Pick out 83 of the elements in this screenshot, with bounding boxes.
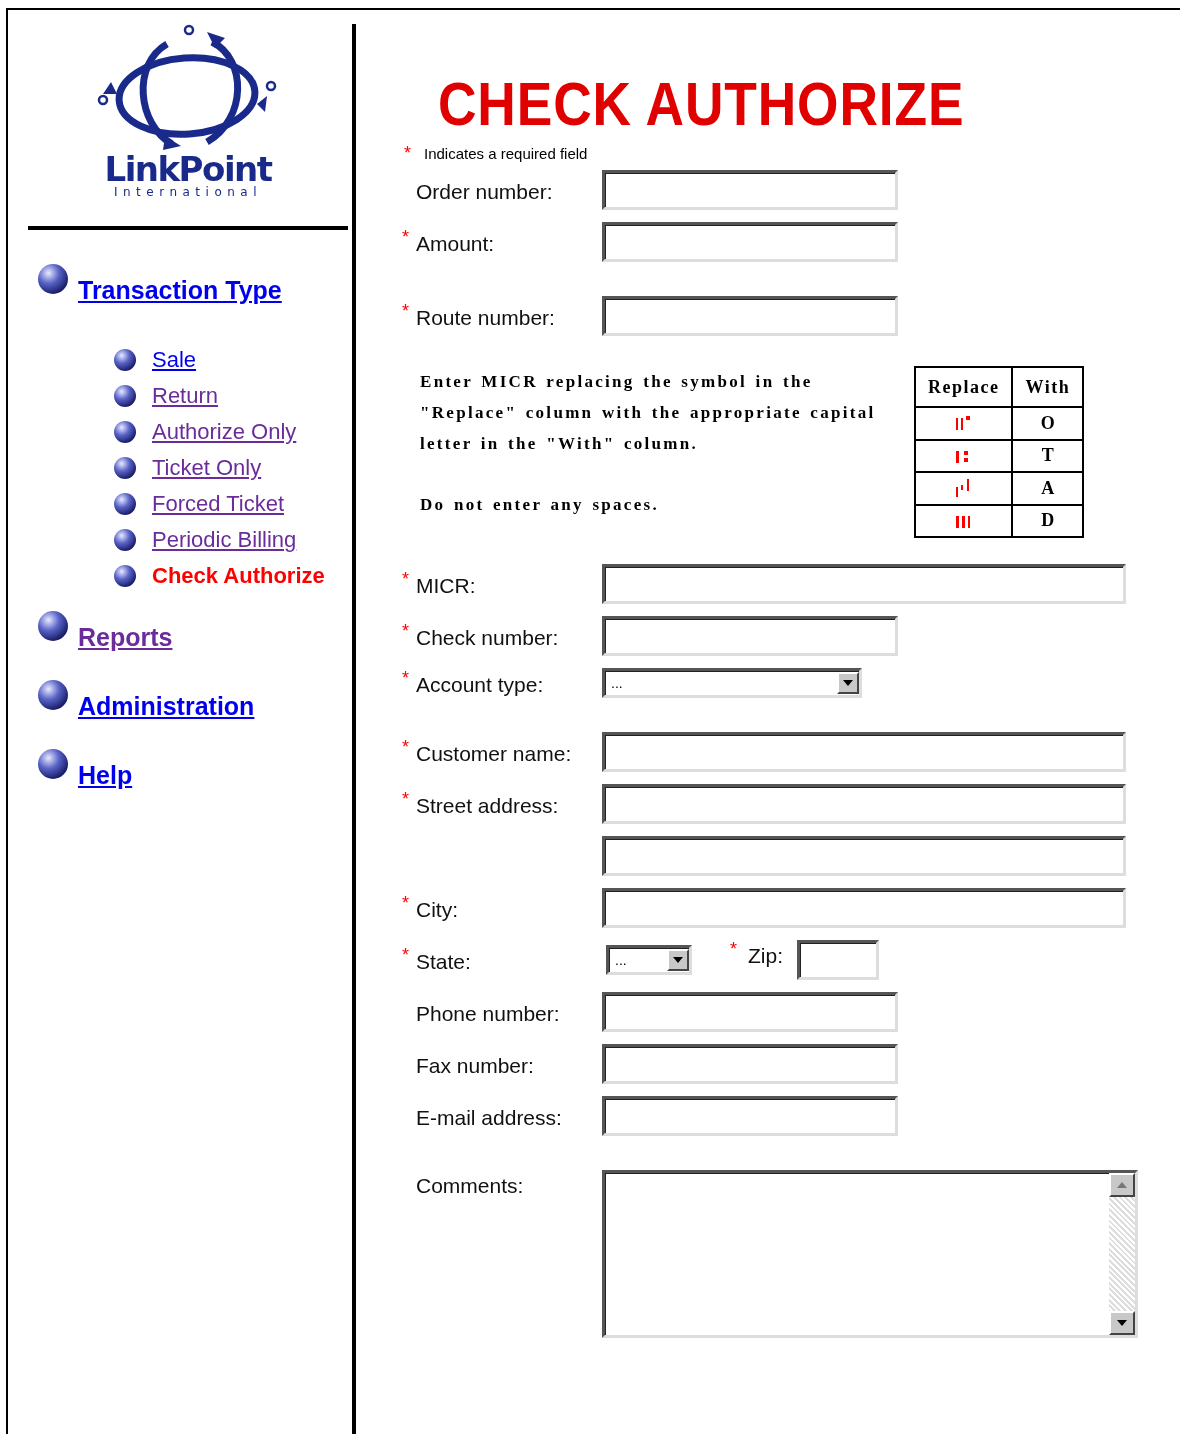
field-label: Phone number: bbox=[416, 1002, 560, 1027]
sphere-bullet-icon bbox=[38, 611, 68, 641]
field-label: E-mail address: bbox=[416, 1106, 562, 1131]
page-title: CHECK AUTHORIZE bbox=[438, 70, 966, 139]
text-field[interactable] bbox=[602, 564, 1126, 605]
field-label: Route number: bbox=[416, 306, 555, 331]
required-asterisk: * bbox=[402, 302, 410, 321]
required-asterisk: * bbox=[404, 144, 412, 163]
instruction-text: Enter MICR replacing the symbol in the "Replace" column with the appropriate capital letter in the "With" column. bbox=[420, 371, 877, 456]
required-asterisk: * bbox=[402, 228, 410, 247]
text-field[interactable] bbox=[602, 732, 1126, 773]
sphere-bullet-icon bbox=[38, 680, 68, 710]
field-label: Customer name: bbox=[416, 742, 572, 767]
text-field[interactable] bbox=[602, 836, 1126, 877]
nav-link[interactable]: Administration bbox=[78, 692, 255, 721]
table-cell: A bbox=[1012, 472, 1084, 505]
required-asterisk: * bbox=[402, 622, 410, 641]
column-header: With bbox=[1012, 367, 1084, 408]
nav-link[interactable]: Ticket Only bbox=[152, 455, 262, 481]
down-arrow-icon bbox=[1117, 1320, 1127, 1327]
text-field[interactable] bbox=[602, 1096, 898, 1137]
text-field[interactable] bbox=[602, 888, 1126, 929]
text-field[interactable] bbox=[797, 940, 879, 981]
required-asterisk: * bbox=[402, 738, 410, 757]
logo-tagline: International bbox=[113, 186, 263, 198]
dropdown-arrow-icon bbox=[673, 957, 683, 964]
text-field[interactable] bbox=[602, 1044, 898, 1085]
sphere-bullet-icon bbox=[114, 349, 136, 371]
text-field[interactable] bbox=[602, 296, 898, 337]
logo-name: LinkPoint bbox=[104, 152, 272, 186]
field-label: Fax number: bbox=[416, 1054, 534, 1079]
required-asterisk: * bbox=[402, 669, 410, 688]
table-cell: O bbox=[1012, 407, 1084, 440]
text-field[interactable] bbox=[602, 784, 1126, 825]
sphere-bullet-icon bbox=[114, 565, 136, 587]
dropdown-field[interactable]: ... bbox=[606, 945, 692, 976]
comments-textarea[interactable] bbox=[602, 1170, 1138, 1339]
required-asterisk: * bbox=[402, 570, 410, 589]
nav-link[interactable]: Return bbox=[152, 383, 219, 409]
micr-symbol-icon bbox=[955, 479, 972, 498]
sphere-bullet-icon bbox=[114, 385, 136, 407]
field-label: State: bbox=[416, 950, 471, 975]
table-cell: T bbox=[1012, 439, 1084, 473]
dropdown-field[interactable]: ... bbox=[602, 668, 862, 699]
required-asterisk: * bbox=[730, 940, 738, 959]
required-asterisk: * bbox=[402, 790, 410, 809]
sphere-bullet-icon bbox=[38, 749, 68, 779]
text-field[interactable] bbox=[602, 992, 898, 1033]
sphere-bullet-icon bbox=[114, 493, 136, 515]
up-arrow-icon bbox=[1117, 1182, 1127, 1189]
required-asterisk: * bbox=[402, 946, 410, 965]
nav-link[interactable]: Sale bbox=[152, 347, 197, 373]
dropdown-arrow-icon bbox=[843, 680, 853, 687]
field-label: Street address: bbox=[416, 794, 559, 819]
nav-link[interactable]: Authorize Only bbox=[152, 419, 297, 445]
sphere-bullet-icon bbox=[114, 529, 136, 551]
nav-link[interactable]: Transaction Type bbox=[78, 276, 282, 305]
field-label: City: bbox=[416, 898, 458, 923]
required-asterisk: * bbox=[402, 894, 410, 913]
field-label: Comments: bbox=[416, 1174, 524, 1199]
required-note: Indicates a required field bbox=[424, 144, 588, 162]
table-cell: D bbox=[1012, 504, 1084, 538]
scrollbar[interactable] bbox=[1109, 1173, 1135, 1336]
nav-link[interactable]: Check Authorize bbox=[152, 563, 325, 589]
nav-link[interactable]: Forced Ticket bbox=[152, 491, 285, 517]
sphere-bullet-icon bbox=[38, 264, 68, 294]
field-label: Amount: bbox=[416, 232, 495, 257]
nav-link[interactable]: Reports bbox=[78, 623, 173, 652]
field-label: Check number: bbox=[416, 626, 559, 651]
field-label: MICR: bbox=[416, 574, 476, 599]
field-label: Zip: bbox=[748, 944, 783, 969]
nav-link[interactable]: Help bbox=[78, 761, 133, 790]
sphere-bullet-icon bbox=[114, 457, 136, 479]
nav-link[interactable]: Periodic Billing bbox=[152, 527, 297, 553]
text-field[interactable] bbox=[602, 170, 898, 211]
sphere-bullet-icon bbox=[114, 421, 136, 443]
text-field[interactable] bbox=[602, 222, 898, 263]
field-label: Account type: bbox=[416, 673, 544, 698]
instruction-text: Do not enter any spaces. bbox=[420, 494, 661, 517]
field-label: Order number: bbox=[416, 180, 553, 205]
text-field[interactable] bbox=[602, 616, 898, 657]
micr-symbol-icon bbox=[955, 414, 972, 433]
column-header: Replace bbox=[915, 367, 1013, 408]
